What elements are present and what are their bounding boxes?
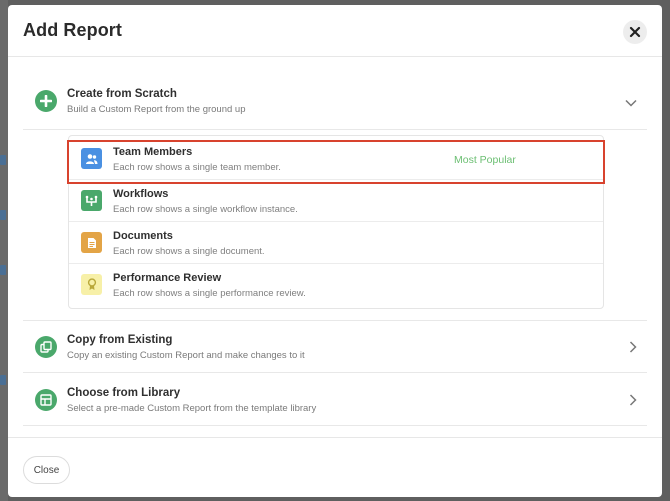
option-choose-from-library[interactable]: Choose from Library Select a pre-made Cu…	[23, 374, 647, 426]
report-type-list: Team Members Each row shows a single tea…	[68, 135, 604, 309]
report-type-description: Each row shows a single team member.	[113, 162, 281, 173]
option-subtitle: Build a Custom Report from the ground up	[67, 104, 246, 115]
modal-footer: Close	[8, 437, 662, 497]
report-type-description: Each row shows a single document.	[113, 246, 265, 257]
most-popular-badge: Most Popular	[454, 154, 516, 166]
workflow-icon	[81, 190, 102, 211]
option-title: Choose from Library	[67, 387, 181, 399]
background-marker	[0, 155, 6, 165]
library-icon	[35, 389, 57, 411]
background-marker	[0, 210, 6, 220]
chevron-down-icon[interactable]	[625, 94, 637, 112]
option-subtitle: Select a pre-made Custom Report from the…	[67, 403, 317, 414]
option-title: Create from Scratch	[67, 88, 177, 100]
background-marker	[0, 265, 6, 275]
modal-body: Create from Scratch Build a Custom Repor…	[8, 57, 662, 437]
add-report-modal: Add Report Create from Scratch Build a C…	[8, 5, 662, 497]
plus-circle-icon	[35, 90, 57, 112]
background-app	[0, 0, 8, 501]
report-type-description: Each row shows a single performance revi…	[113, 288, 306, 299]
report-type-title: Team Members	[113, 146, 193, 158]
option-create-from-scratch[interactable]: Create from Scratch Build a Custom Repor…	[23, 71, 647, 130]
report-type-title: Workflows	[113, 188, 169, 200]
report-type-performance-review[interactable]: Performance Review Each row shows a sing…	[69, 264, 603, 306]
option-subtitle: Copy an existing Custom Report and make …	[67, 350, 305, 361]
option-copy-from-existing[interactable]: Copy from Existing Copy an existing Cust…	[23, 321, 647, 373]
report-type-title: Performance Review	[113, 272, 222, 284]
report-type-documents[interactable]: Documents Each row shows a single docume…	[69, 222, 603, 264]
close-icon[interactable]	[623, 20, 647, 44]
modal-header: Add Report	[8, 5, 662, 57]
chevron-right-icon[interactable]	[629, 340, 637, 358]
report-type-workflows[interactable]: Workflows Each row shows a single workfl…	[69, 180, 603, 222]
team-members-icon	[81, 148, 102, 169]
document-icon	[81, 232, 102, 253]
modal-title: Add Report	[23, 20, 122, 40]
option-title: Copy from Existing	[67, 334, 173, 346]
report-type-title: Documents	[113, 230, 173, 242]
award-icon	[81, 274, 102, 295]
report-type-description: Each row shows a single workflow instanc…	[113, 204, 298, 215]
chevron-right-icon[interactable]	[629, 393, 637, 411]
report-type-team-members[interactable]: Team Members Each row shows a single tea…	[69, 138, 603, 180]
close-button[interactable]: Close	[23, 456, 70, 484]
copy-icon	[35, 336, 57, 358]
background-marker	[0, 375, 6, 385]
